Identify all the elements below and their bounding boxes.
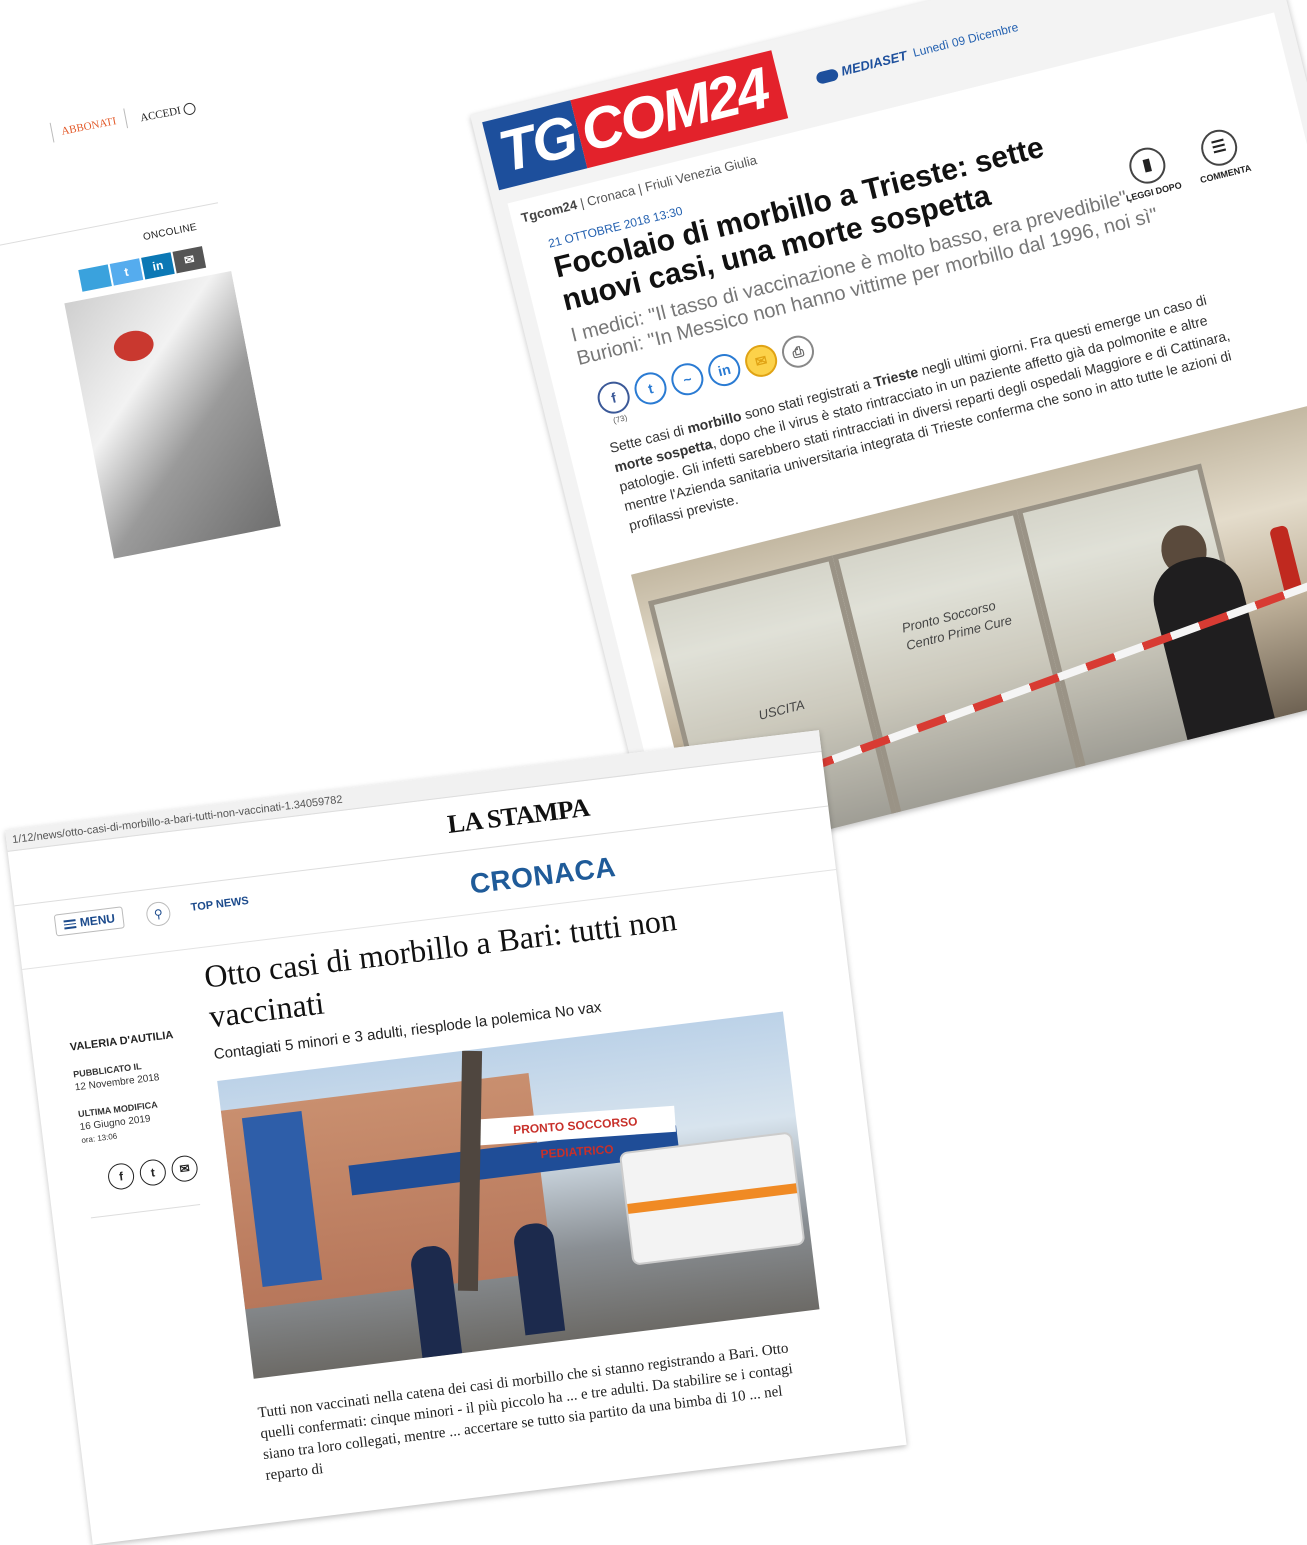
comment-label: COMMENTA	[1199, 162, 1253, 186]
article-photo: PRONTO SOCCORSO PEDIATRICO	[217, 1011, 820, 1379]
share-buttons: f t ✉	[106, 1154, 200, 1191]
lastampa-logo[interactable]: LA STAMPA	[446, 793, 591, 840]
search-icon[interactable]: ⚲	[144, 900, 172, 928]
separator	[49, 122, 55, 143]
accedi-link[interactable]: ACCEDI	[139, 102, 197, 125]
menu-button[interactable]: MENU	[53, 906, 126, 937]
left-article-screenshot: ABBONATI ACCEDI ONCOLINE t in ✉	[0, 0, 288, 609]
mail-icon[interactable]: ✉	[741, 341, 781, 381]
comment-button[interactable]: ☰ COMMENTA	[1186, 123, 1256, 186]
twitter-icon[interactable]: t	[109, 258, 144, 286]
facebook-icon[interactable]: f	[594, 378, 634, 418]
top-news-link[interactable]: TOP NEWS	[190, 895, 249, 914]
twitter-icon[interactable]: t	[631, 369, 670, 408]
tree-trunk	[457, 1050, 483, 1292]
mail-icon[interactable]: ✉	[170, 1154, 200, 1184]
breadcrumb-region[interactable]: Friuli Venezia Giulia	[643, 152, 758, 194]
header-date: Lunedì 09 Dicembre	[911, 20, 1020, 60]
twitter-icon[interactable]: t	[138, 1158, 168, 1188]
mediaset-icon	[815, 67, 840, 85]
lastampa-article-screenshot: 1/12/news/otto-casi-di-morbillo-a-bari-t…	[5, 730, 907, 1545]
linkedin-icon[interactable]: in	[141, 252, 175, 280]
mediaset-logo[interactable]: MEDIASET	[814, 48, 908, 85]
mail-icon[interactable]: ✉	[172, 246, 207, 274]
officer-figure	[512, 1221, 566, 1336]
mediaset-label: MEDIASET	[839, 47, 909, 79]
oncoline-nav-item[interactable]: ONCOLINE	[142, 222, 198, 243]
user-icon	[182, 102, 197, 117]
messenger-icon[interactable]: ~	[667, 359, 707, 399]
abbonati-link[interactable]: ABBONATI	[60, 115, 117, 137]
modified-time: ora: 13:06	[80, 1131, 118, 1145]
share-count: (73)	[612, 413, 629, 426]
menu-label: MENU	[78, 911, 116, 930]
ambulance	[618, 1131, 806, 1266]
author-name[interactable]: VALERIA D'AUTILIA	[69, 1029, 174, 1054]
read-later-button[interactable]: ▮ LEGGI DOPO	[1114, 141, 1184, 204]
tgcom24-article-screenshot: TG COM24 MEDIASET Lunedì 09 Dicembre Tgc…	[470, 0, 1307, 872]
breadcrumb-section[interactable]: Cronaca	[585, 183, 636, 209]
article-photo	[64, 270, 281, 559]
facebook-icon[interactable]: f	[106, 1161, 136, 1191]
published-meta: PUBBLICATO IL 12 Novembre 2018	[73, 1058, 161, 1094]
address-bar[interactable]: 1/12/news/otto-casi-di-morbillo-a-bari-t…	[5, 730, 822, 852]
separator	[123, 108, 129, 129]
accedi-label: ACCEDI	[139, 104, 182, 125]
linkedin-icon[interactable]: in	[704, 350, 744, 390]
hamburger-icon	[63, 919, 77, 930]
breadcrumb-site[interactable]: Tgcom24	[520, 197, 579, 225]
article-tools: ▮ LEGGI DOPO ☰ COMMENTA	[1114, 123, 1256, 204]
comment-icon: ☰	[1197, 125, 1241, 170]
bookmark-icon: ▮	[1125, 143, 1170, 188]
section-title[interactable]: CRONACA	[468, 851, 617, 901]
modified-meta: ULTIMA MODIFICA 16 Giugno 2019 ora: 13:0…	[77, 1098, 161, 1146]
share-blue-button[interactable]	[78, 264, 112, 292]
divider	[90, 1204, 201, 1219]
logo-tg: TG	[482, 100, 587, 191]
print-icon[interactable]: ⎙	[778, 332, 818, 372]
